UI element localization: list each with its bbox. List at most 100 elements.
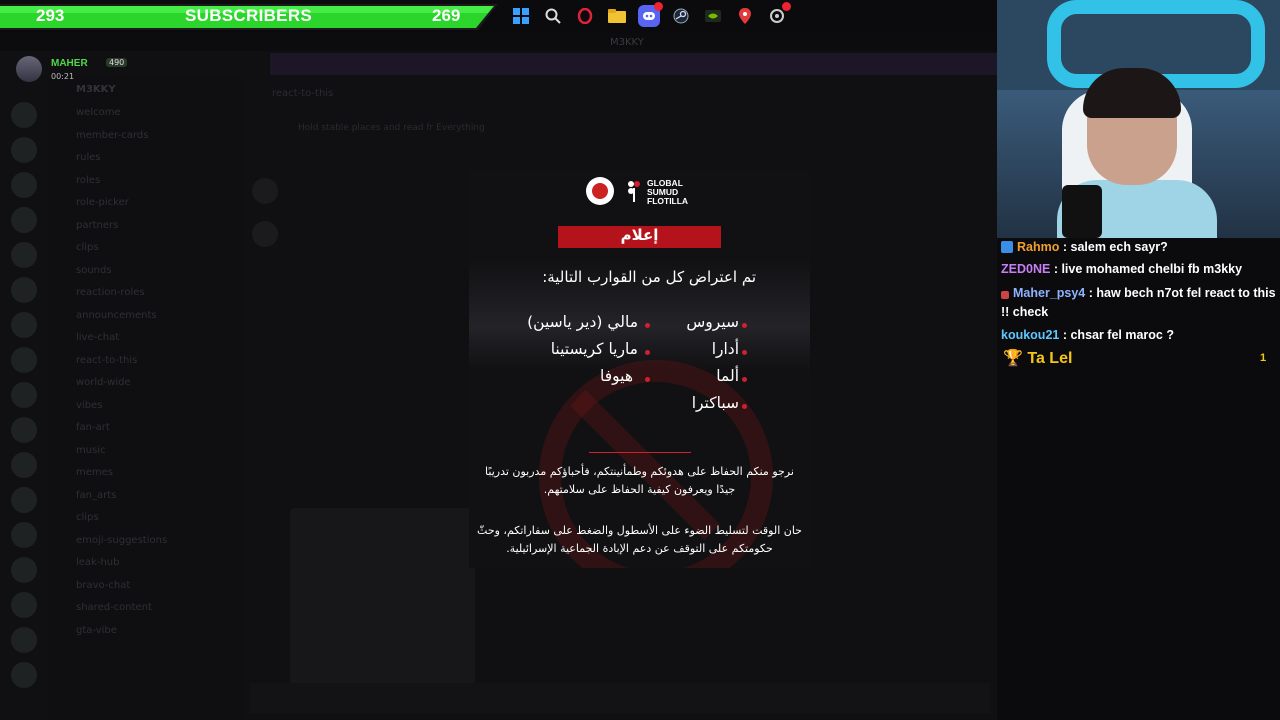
chat-badge-icon xyxy=(1001,241,1013,253)
channel-item[interactable]: rules xyxy=(48,147,243,170)
channel-item[interactable]: vibes xyxy=(48,395,243,418)
server-icon[interactable] xyxy=(11,312,37,338)
server-icon[interactable] xyxy=(11,592,37,618)
notification-badge xyxy=(654,2,663,11)
boat-name: هيوفا xyxy=(600,367,633,385)
app-title: M3KKY xyxy=(610,37,644,48)
opera-icon[interactable] xyxy=(574,5,596,27)
chat-message: koukou21 : chsar fel maroc ? xyxy=(1001,326,1279,345)
server-icon[interactable] xyxy=(11,347,37,373)
divider xyxy=(589,452,691,453)
bullet xyxy=(645,350,650,355)
channel-item[interactable]: roles xyxy=(48,170,243,193)
chat-text: : haw bech n7ot fel react to this xyxy=(1088,286,1276,300)
channel-item[interactable]: memes xyxy=(48,462,243,485)
server-icon[interactable] xyxy=(11,137,37,163)
pinned-count: 1 xyxy=(1260,352,1267,364)
server-icon[interactable] xyxy=(11,487,37,513)
paragraph-call-to-action: حان الوقت لتسليط الضوء على الأسطول والضغ… xyxy=(477,524,802,555)
message-input[interactable] xyxy=(250,683,990,713)
channel-item[interactable]: emoji-suggestions xyxy=(48,530,243,553)
bullet xyxy=(645,323,650,328)
boat-name: سيروس xyxy=(686,313,739,331)
server-icon[interactable] xyxy=(11,522,37,548)
chat-badge-icon xyxy=(1001,291,1009,299)
channel-item[interactable]: world-wide xyxy=(48,372,243,395)
server-icon[interactable] xyxy=(11,277,37,303)
channel-topic: react-to-this xyxy=(272,88,334,99)
boat-name: سباكترا xyxy=(691,394,739,412)
channel-item[interactable]: clips xyxy=(48,237,243,260)
server-icon[interactable] xyxy=(11,662,37,688)
boat-name: أدارا xyxy=(711,340,739,358)
settings-icon[interactable] xyxy=(766,2,791,27)
channel-item[interactable]: role-picker xyxy=(48,192,243,215)
windows-start-icon[interactable] xyxy=(510,5,532,27)
channel-item[interactable]: fan-art xyxy=(48,417,243,440)
boat-name: ألما xyxy=(716,367,739,385)
nvidia-icon[interactable] xyxy=(702,5,724,27)
discord-icon[interactable] xyxy=(638,2,663,27)
maps-pin-icon[interactable] xyxy=(734,5,756,27)
bullet xyxy=(742,350,747,355)
server-icon[interactable] xyxy=(11,102,37,128)
server-icon[interactable] xyxy=(11,382,37,408)
headline: إعلام xyxy=(620,226,659,244)
channel-item[interactable]: react-to-this xyxy=(48,350,243,373)
channel-item[interactable]: fan_arts xyxy=(48,485,243,508)
channel-item[interactable]: welcome xyxy=(48,102,243,125)
channel-item[interactable]: bravo-chat xyxy=(48,575,243,598)
server-icon[interactable] xyxy=(11,417,37,443)
channel-item[interactable]: reaction-roles xyxy=(48,282,243,305)
server-icon[interactable] xyxy=(11,557,37,583)
channel-item[interactable]: shared-content xyxy=(48,597,243,620)
chat-username: ZED0NE xyxy=(1001,262,1051,276)
channel-item[interactable]: member-cards xyxy=(48,125,243,148)
chat-text: : live mohamed chelbi fb m3kky xyxy=(1053,262,1243,276)
chat-username: Rahmo xyxy=(1017,240,1060,254)
channel-item[interactable]: gta-vibe xyxy=(48,620,243,643)
flotilla-logo-text: GLOBAL SUMUD FLOTILLA xyxy=(647,178,689,206)
embed-card xyxy=(290,508,475,688)
subscriber-count-left: 293 xyxy=(36,6,65,25)
paragraph-calm: نرجو منكم الحفاظ على هدوئكم وطمأنينتكم، … xyxy=(485,465,794,496)
channel-item[interactable]: announcements xyxy=(48,305,243,328)
avatar xyxy=(252,221,278,247)
server-name[interactable]: M3KKY xyxy=(48,78,243,102)
alert-username: MAHER xyxy=(51,58,88,69)
server-icon[interactable] xyxy=(11,207,37,233)
chat-message: Maher_psy4 : haw bech n7ot fel react to … xyxy=(1001,284,1279,303)
trophy-icon: 🏆 xyxy=(1003,350,1023,367)
taskbar xyxy=(510,2,791,30)
chat-text: : salem ech sayr? xyxy=(1062,240,1168,254)
subscriber-banner: 293 SUBSCRIBERS 269 xyxy=(0,0,498,33)
boat-name: مالي (دير ياسين) xyxy=(527,313,638,331)
bullet xyxy=(742,404,747,409)
chat-message: !! check xyxy=(1001,303,1279,322)
channel-item[interactable]: clips xyxy=(48,507,243,530)
server-icon[interactable] xyxy=(11,172,37,198)
server-icon[interactable] xyxy=(11,452,37,478)
chat-text: !! check xyxy=(1001,305,1049,319)
subscriber-label: SUBSCRIBERS xyxy=(185,6,313,25)
server-icon[interactable] xyxy=(11,627,37,653)
subheading: تم اعتراض كل من القوارب التالية: xyxy=(542,268,756,286)
channel-item[interactable]: sounds xyxy=(48,260,243,283)
server-icon[interactable] xyxy=(11,242,37,268)
channel-item[interactable]: partners xyxy=(48,215,243,238)
file-explorer-icon[interactable] xyxy=(606,5,628,27)
channel-item[interactable]: music xyxy=(48,440,243,463)
notification-badge xyxy=(782,2,791,11)
boat-name: ماريا كريستينا xyxy=(550,340,638,358)
avatar xyxy=(16,56,42,82)
channel-item[interactable]: live-chat xyxy=(48,327,243,350)
microphone xyxy=(1062,185,1102,238)
announcement-image: GLOBAL SUMUD FLOTILLA إعلام تم اعتراض كل… xyxy=(469,170,810,568)
channel-item[interactable]: leak-hub xyxy=(48,552,243,575)
notice-banner xyxy=(270,53,997,75)
steam-icon[interactable] xyxy=(670,5,692,27)
search-icon[interactable] xyxy=(542,5,564,27)
avatar xyxy=(252,178,278,204)
server-list xyxy=(0,93,48,720)
pinned-user: 🏆 Ta Lel xyxy=(1003,350,1073,367)
